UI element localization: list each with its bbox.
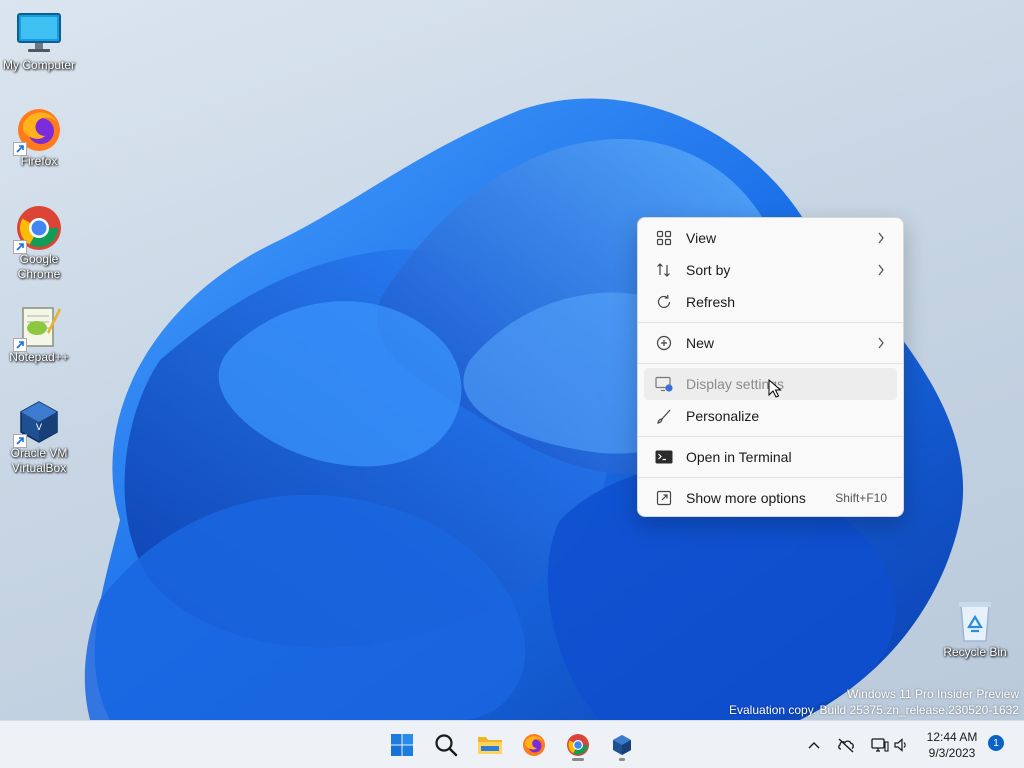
desktop-icon-my-computer[interactable]: My Computer: [0, 10, 78, 73]
menu-item-open-in-terminal[interactable]: Open in Terminal: [644, 441, 897, 473]
chevron-up-icon: [808, 742, 820, 749]
taskbar-start-button[interactable]: [384, 727, 420, 763]
desktop-icon-label: Google Chrome: [17, 252, 61, 281]
monitor-icon: [15, 10, 63, 58]
svg-text:V: V: [36, 423, 43, 433]
virtualbox-icon: [613, 735, 631, 755]
taskbar-firefox-button[interactable]: [516, 727, 552, 763]
watermark-line2: Evaluation copy. Build 25375.zn_release.…: [729, 703, 1019, 717]
volume-icon: [894, 738, 906, 752]
taskbar-chrome-button[interactable]: [560, 727, 596, 763]
search-icon: [435, 734, 458, 757]
desktop-icon-notepadpp[interactable]: Notepad++: [0, 302, 78, 365]
menu-item-label: New: [686, 335, 715, 351]
running-indicator: [619, 758, 625, 761]
desktop-context-menu: View Sort by Refresh New Display setting…: [637, 217, 904, 517]
menu-item-label: View: [686, 230, 717, 246]
taskbar: 12:44 AM 9/3/2023: [0, 720, 1024, 768]
virtualbox-icon: V: [13, 398, 63, 448]
chrome-icon: [567, 734, 589, 756]
menu-item-personalize[interactable]: Personalize: [644, 400, 897, 432]
menu-item-label: Refresh: [686, 294, 736, 310]
taskbar-virtualbox-button[interactable]: [604, 727, 640, 763]
desktop-icon-label: My Computer: [2, 58, 76, 72]
network-off-icon: [838, 738, 854, 753]
menu-item-new[interactable]: New: [644, 327, 897, 359]
recycle-bin-icon: [951, 597, 999, 645]
tray-cloud-status[interactable]: [832, 731, 860, 759]
shortcut-arrow-icon: [13, 338, 27, 352]
menu-item-refresh[interactable]: Refresh: [644, 286, 897, 318]
desktop-icon-virtualbox[interactable]: V Oracle VM VirtualBox: [0, 398, 78, 476]
shortcut-hint: Shift+F10: [835, 491, 887, 505]
desktop-icon-google-chrome[interactable]: Google Chrome: [0, 204, 78, 282]
personalize-brush-icon: [652, 406, 676, 426]
menu-item-label: Open in Terminal: [686, 449, 792, 465]
menu-item-view[interactable]: View: [644, 222, 897, 254]
chrome-icon: [13, 204, 63, 254]
desktop-icon-label: Oracle VM VirtualBox: [10, 446, 68, 475]
shortcut-arrow-icon: [13, 240, 27, 254]
watermark-line1: Windows 11 Pro Insider Preview: [847, 687, 1019, 701]
desktop-icon-firefox[interactable]: Firefox: [0, 106, 78, 169]
notepadpp-icon: [13, 302, 63, 352]
chevron-right-icon: [877, 336, 885, 352]
taskbar-clock[interactable]: 12:44 AM 9/3/2023: [920, 729, 984, 761]
sort-icon: [652, 260, 676, 280]
folder-icon: [478, 737, 502, 754]
terminal-icon: [652, 447, 676, 467]
desktop-icon-label: Notepad++: [9, 350, 69, 364]
desktop-icon-label: Firefox: [20, 154, 58, 168]
menu-item-label: Show more options: [686, 490, 806, 506]
refresh-icon: [652, 292, 676, 312]
display-settings-icon: [652, 374, 676, 394]
network-icon: [871, 738, 889, 752]
more-options-icon: [652, 488, 676, 508]
menu-item-show-more-options[interactable]: Show more options Shift+F10: [644, 482, 897, 514]
taskbar-search-button[interactable]: [428, 727, 464, 763]
tray-network-volume[interactable]: [864, 731, 916, 759]
firefox-icon: [523, 734, 545, 756]
menu-separator: [638, 436, 903, 437]
desktop-icon-recycle-bin[interactable]: Recycle Bin: [936, 597, 1014, 660]
view-grid-icon: [652, 228, 676, 248]
menu-item-label: Sort by: [686, 262, 731, 278]
mouse-cursor-icon: [768, 379, 782, 398]
menu-item-label: Personalize: [686, 408, 760, 424]
desktop-icon-label: Recycle Bin: [943, 645, 1007, 659]
chevron-right-icon: [877, 263, 885, 279]
taskbar-file-explorer-button[interactable]: [472, 727, 508, 763]
new-plus-icon: [652, 333, 676, 353]
menu-separator: [638, 363, 903, 364]
running-indicator: [572, 758, 584, 761]
firefox-icon: [13, 106, 63, 156]
tray-overflow-button[interactable]: [800, 731, 828, 759]
shortcut-arrow-icon: [13, 434, 27, 448]
evaluation-watermark: Windows 11 Pro Insider Preview Evaluatio…: [729, 686, 1019, 718]
chevron-right-icon: [877, 231, 885, 247]
shortcut-arrow-icon: [13, 142, 27, 156]
clock-time: 12:44 AM: [926, 730, 978, 744]
windows-start-icon: [391, 734, 413, 756]
menu-item-sort-by[interactable]: Sort by: [644, 254, 897, 286]
notification-badge[interactable]: 1: [988, 735, 1004, 751]
menu-separator: [638, 477, 903, 478]
menu-separator: [638, 322, 903, 323]
clock-date: 9/3/2023: [928, 746, 976, 760]
